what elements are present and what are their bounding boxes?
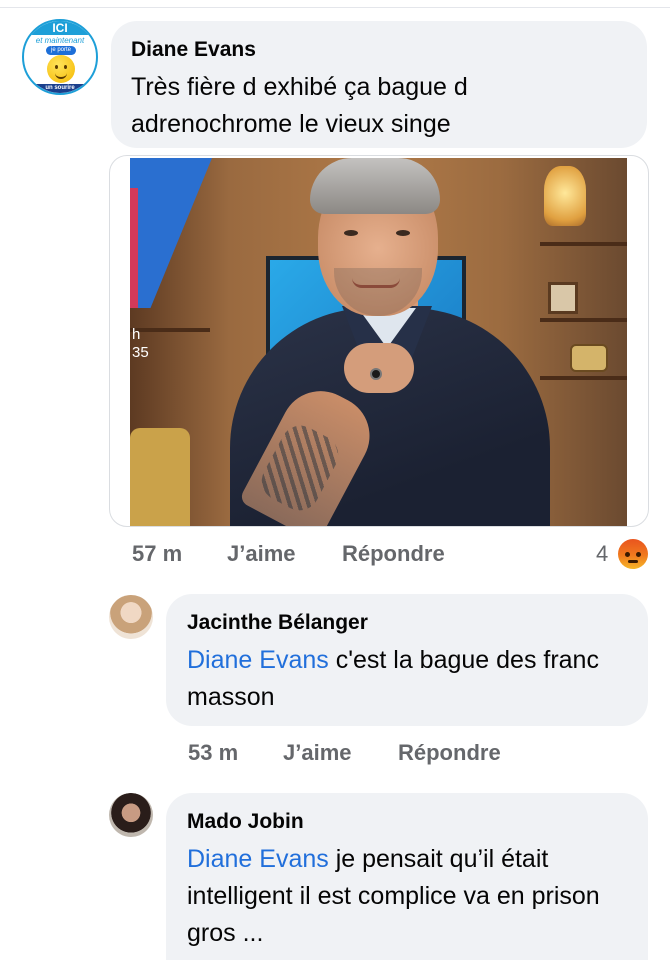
reply-avatar[interactable] bbox=[109, 595, 153, 639]
reply-text: Diane Evans je pensait qu’il était intel… bbox=[187, 841, 627, 952]
reply-button[interactable]: Répondre bbox=[342, 541, 445, 567]
attached-photo[interactable]: h 35 bbox=[130, 158, 627, 526]
comment-author[interactable]: Diane Evans bbox=[131, 37, 627, 63]
photo-caption-line2: 35 bbox=[132, 344, 149, 361]
reaction-count: 4 bbox=[596, 541, 609, 566]
avatar-pill: je porte bbox=[46, 46, 76, 55]
reply-bubble: Mado Jobin Diane Evans je pensait qu’il … bbox=[166, 793, 648, 960]
mention-link[interactable]: Diane Evans bbox=[187, 646, 329, 674]
reply-text: Diane Evans c'est la bague des franc mas… bbox=[187, 642, 627, 716]
smiley-emoji-icon bbox=[47, 55, 75, 83]
like-button[interactable]: J’aime bbox=[227, 541, 296, 567]
reply-time[interactable]: 53 m bbox=[188, 740, 238, 766]
reply-like-button[interactable]: J’aime bbox=[283, 740, 352, 766]
photo-attachment[interactable]: h 35 bbox=[109, 155, 649, 527]
avatar-top-text: ICI bbox=[24, 21, 96, 35]
angry-reaction-icon bbox=[618, 539, 648, 569]
reply-actions: 53 m J’aime Répondre bbox=[188, 740, 588, 768]
comment-time[interactable]: 57 m bbox=[132, 541, 182, 567]
photo-caption: h 35 bbox=[132, 326, 149, 362]
reply-avatar[interactable] bbox=[109, 793, 153, 837]
avatar[interactable]: ICI et maintenant je porte un sourire bbox=[22, 19, 98, 95]
reply-author[interactable]: Jacinthe Bélanger bbox=[187, 610, 627, 636]
reply-author[interactable]: Mado Jobin bbox=[187, 809, 627, 835]
mention-link[interactable]: Diane Evans bbox=[187, 845, 329, 873]
comment-text: Très fière d exhibé ça bague d adrenochr… bbox=[131, 73, 468, 138]
comment-bubble: Diane Evans Très fière d exhibé ça bague… bbox=[111, 21, 647, 148]
photo-caption-line1: h bbox=[132, 326, 141, 343]
reply-reply-button[interactable]: Répondre bbox=[398, 740, 501, 766]
top-divider bbox=[0, 7, 670, 8]
ring-detail bbox=[370, 368, 382, 380]
reply-bubble: Jacinthe Bélanger Diane Evans c'est la b… bbox=[166, 594, 648, 726]
avatar-bottom-text: un sourire bbox=[24, 84, 96, 93]
comment-actions: 57 m J’aime Répondre bbox=[132, 541, 652, 569]
avatar-line2: et maintenant bbox=[35, 36, 85, 45]
